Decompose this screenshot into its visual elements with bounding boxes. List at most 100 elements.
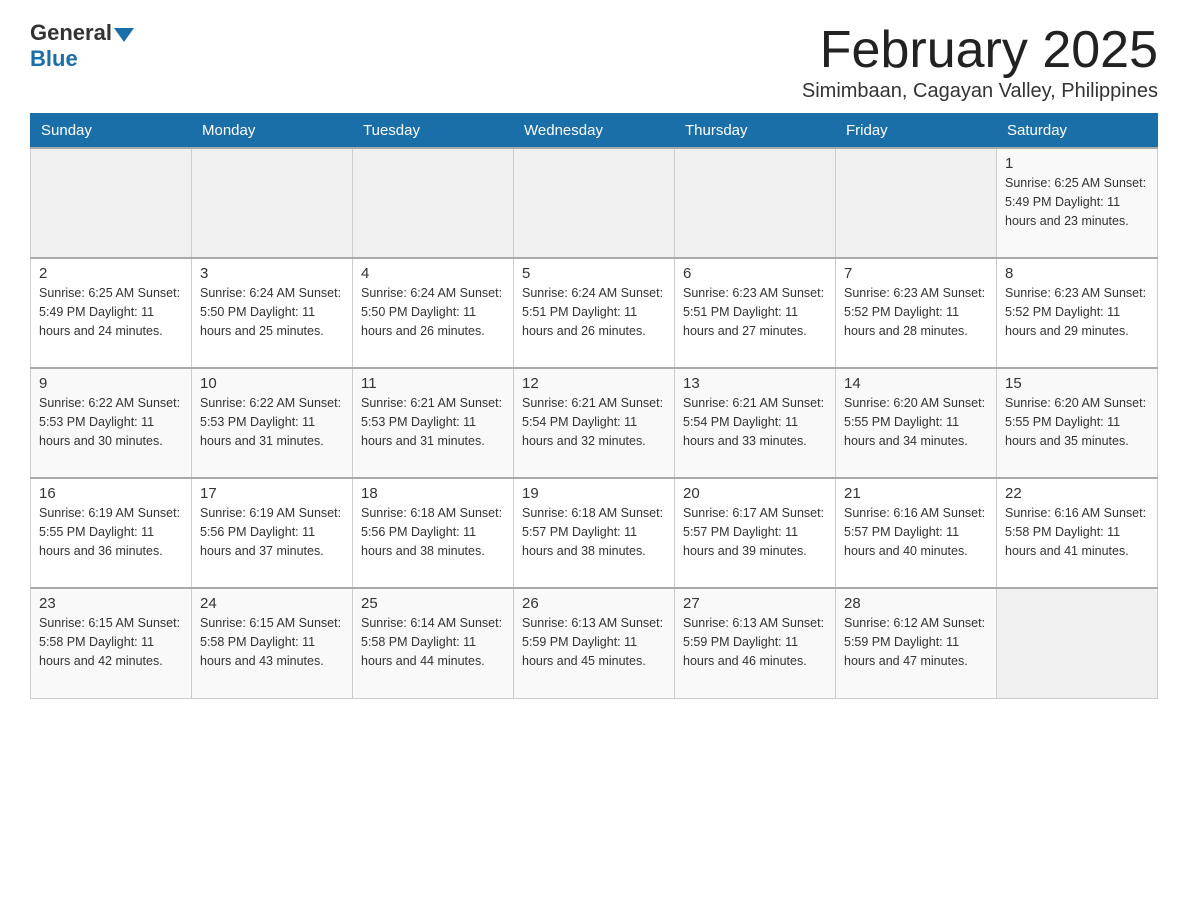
day-info: Sunrise: 6:21 AM Sunset: 5:54 PM Dayligh…	[683, 394, 827, 450]
header-monday: Monday	[192, 114, 353, 149]
logo-blue-text: Blue	[30, 46, 78, 72]
day-info: Sunrise: 6:23 AM Sunset: 5:51 PM Dayligh…	[683, 284, 827, 340]
cell-week1-day1	[192, 148, 353, 258]
days-of-week-row: SundayMondayTuesdayWednesdayThursdayFrid…	[31, 114, 1158, 149]
cell-week4-day4: 20 Sunrise: 6:17 AM Sunset: 5:57 PM Dayli…	[675, 478, 836, 588]
day-info: Sunrise: 6:13 AM Sunset: 5:59 PM Dayligh…	[522, 614, 666, 670]
day-number: 11	[361, 375, 505, 392]
day-info: Sunrise: 6:22 AM Sunset: 5:53 PM Dayligh…	[200, 394, 344, 450]
day-info: Sunrise: 6:15 AM Sunset: 5:58 PM Dayligh…	[39, 614, 183, 670]
day-info: Sunrise: 6:15 AM Sunset: 5:58 PM Dayligh…	[200, 614, 344, 670]
cell-week2-day1: 3 Sunrise: 6:24 AM Sunset: 5:50 PM Daylig…	[192, 258, 353, 368]
cell-week1-day2	[353, 148, 514, 258]
day-info: Sunrise: 6:16 AM Sunset: 5:57 PM Dayligh…	[844, 504, 988, 560]
location-subtitle: Simimbaan, Cagayan Valley, Philippines	[802, 80, 1158, 103]
day-info: Sunrise: 6:21 AM Sunset: 5:53 PM Dayligh…	[361, 394, 505, 450]
day-number: 12	[522, 375, 666, 392]
cell-week5-day4: 27 Sunrise: 6:13 AM Sunset: 5:59 PM Dayli…	[675, 588, 836, 698]
cell-week4-day5: 21 Sunrise: 6:16 AM Sunset: 5:57 PM Dayli…	[836, 478, 997, 588]
day-info: Sunrise: 6:20 AM Sunset: 5:55 PM Dayligh…	[844, 394, 988, 450]
day-info: Sunrise: 6:18 AM Sunset: 5:56 PM Dayligh…	[361, 504, 505, 560]
cell-week2-day4: 6Sunrise: 6:23 AM Sunset: 5:51 PM Daylig…	[675, 258, 836, 368]
day-number: 21	[844, 485, 988, 502]
day-number: 2	[39, 265, 183, 282]
day-number: 22	[1005, 485, 1149, 502]
day-info: Sunrise: 6:18 AM Sunset: 5:57 PM Dayligh…	[522, 504, 666, 560]
day-number: 26	[522, 595, 666, 612]
day-number: 10	[200, 375, 344, 392]
day-info: Sunrise: 6:13 AM Sunset: 5:59 PM Dayligh…	[683, 614, 827, 670]
day-number: 9	[39, 375, 183, 392]
day-number: 18	[361, 485, 505, 502]
header-tuesday: Tuesday	[353, 114, 514, 149]
cell-week3-day6: 15 Sunrise: 6:20 AM Sunset: 5:55 PM Dayli…	[997, 368, 1158, 478]
week-row-3: 9 Sunrise: 6:22 AM Sunset: 5:53 PM Daylig…	[31, 368, 1158, 478]
header-sunday: Sunday	[31, 114, 192, 149]
cell-week3-day1: 10 Sunrise: 6:22 AM Sunset: 5:53 PM Dayli…	[192, 368, 353, 478]
day-number: 25	[361, 595, 505, 612]
cell-week3-day3: 12Sunrise: 6:21 AM Sunset: 5:54 PM Dayli…	[514, 368, 675, 478]
day-info: Sunrise: 6:16 AM Sunset: 5:58 PM Dayligh…	[1005, 504, 1149, 560]
day-number: 1	[1005, 155, 1149, 172]
cell-week4-day1: 17 Sunrise: 6:19 AM Sunset: 5:56 PM Dayli…	[192, 478, 353, 588]
month-title: February 2025	[802, 20, 1158, 80]
cell-week5-day2: 25 Sunrise: 6:14 AM Sunset: 5:58 PM Dayli…	[353, 588, 514, 698]
day-info: Sunrise: 6:14 AM Sunset: 5:58 PM Dayligh…	[361, 614, 505, 670]
day-number: 8	[1005, 265, 1149, 282]
week-row-2: 2Sunrise: 6:25 AM Sunset: 5:49 PM Daylig…	[31, 258, 1158, 368]
logo-general-text: General	[30, 20, 134, 46]
page-header: General Blue February 2025 Simimbaan, Ca…	[30, 20, 1158, 103]
cell-week1-day5	[836, 148, 997, 258]
cell-week3-day2: 11 Sunrise: 6:21 AM Sunset: 5:53 PM Dayli…	[353, 368, 514, 478]
day-number: 14	[844, 375, 988, 392]
header-wednesday: Wednesday	[514, 114, 675, 149]
day-number: 13	[683, 375, 827, 392]
day-number: 7	[844, 265, 988, 282]
day-number: 5	[522, 265, 666, 282]
cell-week4-day3: 19 Sunrise: 6:18 AM Sunset: 5:57 PM Dayli…	[514, 478, 675, 588]
cell-week2-day6: 8Sunrise: 6:23 AM Sunset: 5:52 PM Daylig…	[997, 258, 1158, 368]
day-number: 28	[844, 595, 988, 612]
header-saturday: Saturday	[997, 114, 1158, 149]
calendar-table: SundayMondayTuesdayWednesdayThursdayFrid…	[30, 113, 1158, 699]
cell-week4-day0: 16 Sunrise: 6:19 AM Sunset: 5:55 PM Dayli…	[31, 478, 192, 588]
day-number: 20	[683, 485, 827, 502]
day-number: 27	[683, 595, 827, 612]
day-number: 19	[522, 485, 666, 502]
cell-week5-day5: 28 Sunrise: 6:12 AM Sunset: 5:59 PM Dayli…	[836, 588, 997, 698]
day-number: 24	[200, 595, 344, 612]
day-number: 3	[200, 265, 344, 282]
week-row-5: 23 Sunrise: 6:15 AM Sunset: 5:58 PM Dayli…	[31, 588, 1158, 698]
logo: General Blue	[30, 20, 134, 72]
logo-general-label: General	[30, 20, 112, 46]
day-info: Sunrise: 6:19 AM Sunset: 5:56 PM Dayligh…	[200, 504, 344, 560]
calendar-header: SundayMondayTuesdayWednesdayThursdayFrid…	[31, 114, 1158, 149]
day-number: 16	[39, 485, 183, 502]
day-info: Sunrise: 6:24 AM Sunset: 5:50 PM Dayligh…	[200, 284, 344, 340]
day-number: 17	[200, 485, 344, 502]
logo-arrow-icon	[114, 28, 134, 42]
day-info: Sunrise: 6:17 AM Sunset: 5:57 PM Dayligh…	[683, 504, 827, 560]
cell-week4-day2: 18 Sunrise: 6:18 AM Sunset: 5:56 PM Dayli…	[353, 478, 514, 588]
header-friday: Friday	[836, 114, 997, 149]
cell-week5-day0: 23 Sunrise: 6:15 AM Sunset: 5:58 PM Dayli…	[31, 588, 192, 698]
cell-week1-day4	[675, 148, 836, 258]
calendar-body: 1 Sunrise: 6:25 AM Sunset: 5:49 PM Daylig…	[31, 148, 1158, 698]
cell-week2-day2: 4 Sunrise: 6:24 AM Sunset: 5:50 PM Daylig…	[353, 258, 514, 368]
day-info: Sunrise: 6:12 AM Sunset: 5:59 PM Dayligh…	[844, 614, 988, 670]
week-row-4: 16 Sunrise: 6:19 AM Sunset: 5:55 PM Dayli…	[31, 478, 1158, 588]
cell-week3-day0: 9Sunrise: 6:22 AM Sunset: 5:53 PM Daylig…	[31, 368, 192, 478]
cell-week1-day3	[514, 148, 675, 258]
cell-week1-day6: 1 Sunrise: 6:25 AM Sunset: 5:49 PM Daylig…	[997, 148, 1158, 258]
cell-week2-day5: 7 Sunrise: 6:23 AM Sunset: 5:52 PM Daylig…	[836, 258, 997, 368]
day-number: 23	[39, 595, 183, 612]
day-number: 4	[361, 265, 505, 282]
cell-week2-day3: 5Sunrise: 6:24 AM Sunset: 5:51 PM Daylig…	[514, 258, 675, 368]
cell-week5-day1: 24 Sunrise: 6:15 AM Sunset: 5:58 PM Dayli…	[192, 588, 353, 698]
day-info: Sunrise: 6:19 AM Sunset: 5:55 PM Dayligh…	[39, 504, 183, 560]
day-info: Sunrise: 6:24 AM Sunset: 5:50 PM Dayligh…	[361, 284, 505, 340]
day-info: Sunrise: 6:23 AM Sunset: 5:52 PM Dayligh…	[844, 284, 988, 340]
day-info: Sunrise: 6:25 AM Sunset: 5:49 PM Dayligh…	[1005, 174, 1149, 230]
day-info: Sunrise: 6:20 AM Sunset: 5:55 PM Dayligh…	[1005, 394, 1149, 450]
day-number: 15	[1005, 375, 1149, 392]
